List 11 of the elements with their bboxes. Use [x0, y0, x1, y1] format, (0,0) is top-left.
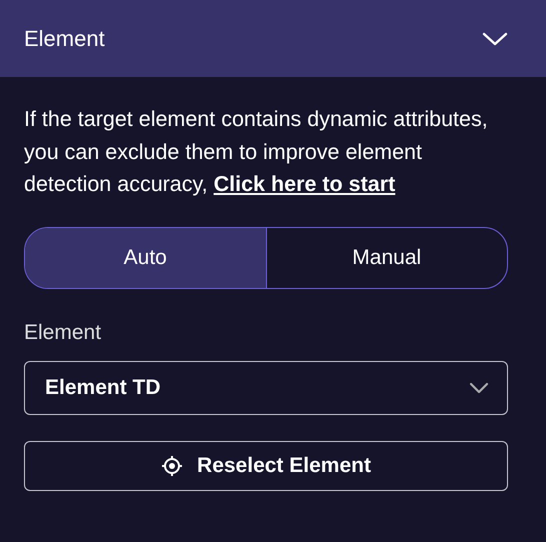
mode-tab[interactable]: Auto — [25, 228, 266, 288]
element-dropdown[interactable]: Element TD — [24, 360, 508, 414]
chevron-icon — [469, 382, 489, 394]
field-label: Element — [24, 320, 102, 344]
reselect-button[interactable]: Reselect Element — [24, 440, 508, 490]
target-icon — [161, 454, 184, 476]
description-text: If the target element contains dynamic attributes, you can exclude them to improve element detection accuracy, Click here to start — [24, 106, 489, 198]
section-title: Element — [24, 26, 105, 52]
mode-tab[interactable]: Manual — [266, 228, 507, 288]
chevron-icon[interactable] — [482, 30, 508, 46]
start-link[interactable]: Click here to start — [214, 172, 396, 196]
